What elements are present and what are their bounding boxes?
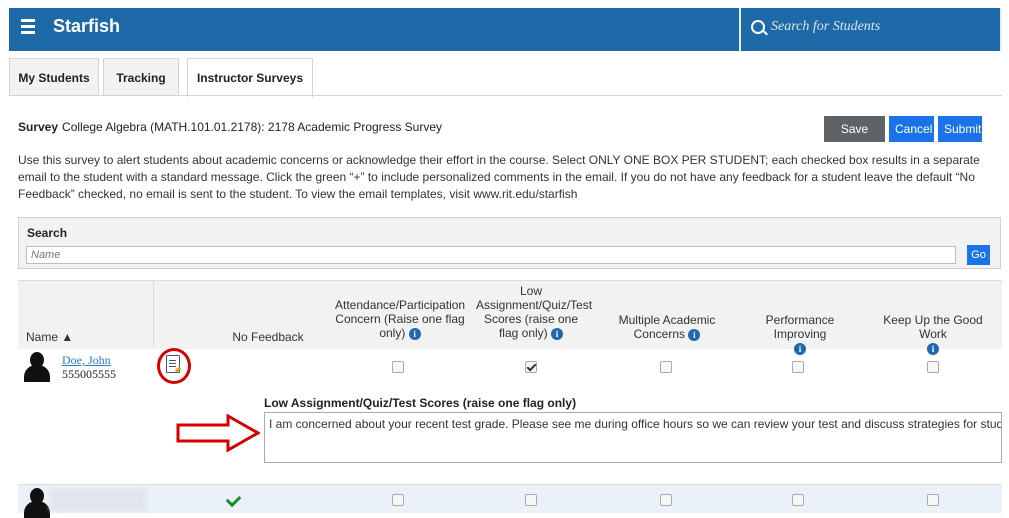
avatar <box>24 352 50 382</box>
info-icon[interactable]: i <box>688 328 701 341</box>
annotation-circle <box>157 348 191 384</box>
low-scores-header-label: Low Assignment/Quiz/Test Scores (raise o… <box>476 284 593 340</box>
column-header-improving: Performance Improving i <box>738 313 862 355</box>
student-search-box[interactable] <box>739 8 1002 51</box>
info-icon[interactable]: i <box>794 342 806 355</box>
column-header-name[interactable]: Name ▲ <box>26 330 73 344</box>
multiple-header-label: Multiple Academic Concerns <box>618 313 716 341</box>
save-draft-button[interactable]: Save Draft <box>824 116 885 162</box>
annotation-arrow-icon <box>176 414 260 452</box>
tab-my-students[interactable]: My Students <box>9 58 99 96</box>
checkbox-good-work[interactable] <box>927 494 939 506</box>
app-title: Starfish <box>53 16 121 36</box>
submit-button[interactable]: Submit <box>938 116 982 142</box>
info-icon[interactable]: i <box>551 327 564 340</box>
survey-instructions: Use this survey to alert students about … <box>18 153 980 201</box>
tab-instructor-surveys[interactable]: Instructor Surveys <box>187 58 313 97</box>
hamburger-icon[interactable] <box>21 19 35 35</box>
column-header-multiple: Multiple Academic Concerns i <box>612 313 722 341</box>
checkbox-attendance[interactable] <box>392 361 404 373</box>
checkbox-multiple[interactable] <box>660 494 672 506</box>
column-header-good-work: Keep Up the Good Work i <box>870 313 996 355</box>
magnifier-icon <box>751 20 765 34</box>
attendance-header-label: Attendance/Participation Concern (Raise … <box>335 298 466 340</box>
student-id: 555005555 <box>62 367 116 381</box>
improving-header-label: Performance Improving <box>765 313 835 341</box>
checkbox-multiple[interactable] <box>660 361 672 373</box>
tab-divider <box>9 95 1002 96</box>
info-icon[interactable]: i <box>408 327 421 340</box>
checkbox-low-scores[interactable] <box>525 361 537 373</box>
tab-tracking[interactable]: Tracking <box>103 58 179 96</box>
checkbox-low-scores[interactable] <box>525 494 537 506</box>
search-label: Search <box>27 226 68 240</box>
checkbox-attendance[interactable] <box>392 494 404 506</box>
survey-label: Survey <box>18 120 59 134</box>
survey-title: Survey College Algebra (MATH.101.01.2178)… <box>18 120 442 134</box>
comment-title: Low Assignment/Quiz/Test Scores (raise o… <box>264 396 577 410</box>
table-row <box>18 484 1002 513</box>
avatar <box>24 488 50 518</box>
name-search-panel: Search Go <box>18 217 1001 269</box>
survey-name: College Algebra (MATH.101.01.2178): 2178… <box>62 120 443 134</box>
top-bar: Starfish <box>9 8 1002 51</box>
column-header-low-scores: Low Assignment/Quiz/Test Scores (raise o… <box>476 284 592 340</box>
redacted-student-name <box>50 489 146 511</box>
column-header-attendance: Attendance/Participation Concern (Raise … <box>335 298 465 340</box>
column-header-no-feedback: No Feedback <box>232 330 304 344</box>
good-work-header-label: Keep Up the Good Work <box>883 313 983 341</box>
comment-textarea[interactable]: I am concerned about your recent test gr… <box>264 412 1002 463</box>
student-name-link[interactable]: Doe, John <box>62 353 111 368</box>
cancel-button[interactable]: Cancel <box>889 116 934 142</box>
go-button[interactable]: Go <box>967 245 990 265</box>
checkbox-improving[interactable] <box>792 494 804 506</box>
student-search-input[interactable] <box>769 18 993 36</box>
checkbox-good-work[interactable] <box>927 361 939 373</box>
column-divider <box>153 280 154 348</box>
checkbox-improving[interactable] <box>792 361 804 373</box>
info-icon[interactable]: i <box>927 342 939 355</box>
name-search-input[interactable] <box>26 246 956 264</box>
